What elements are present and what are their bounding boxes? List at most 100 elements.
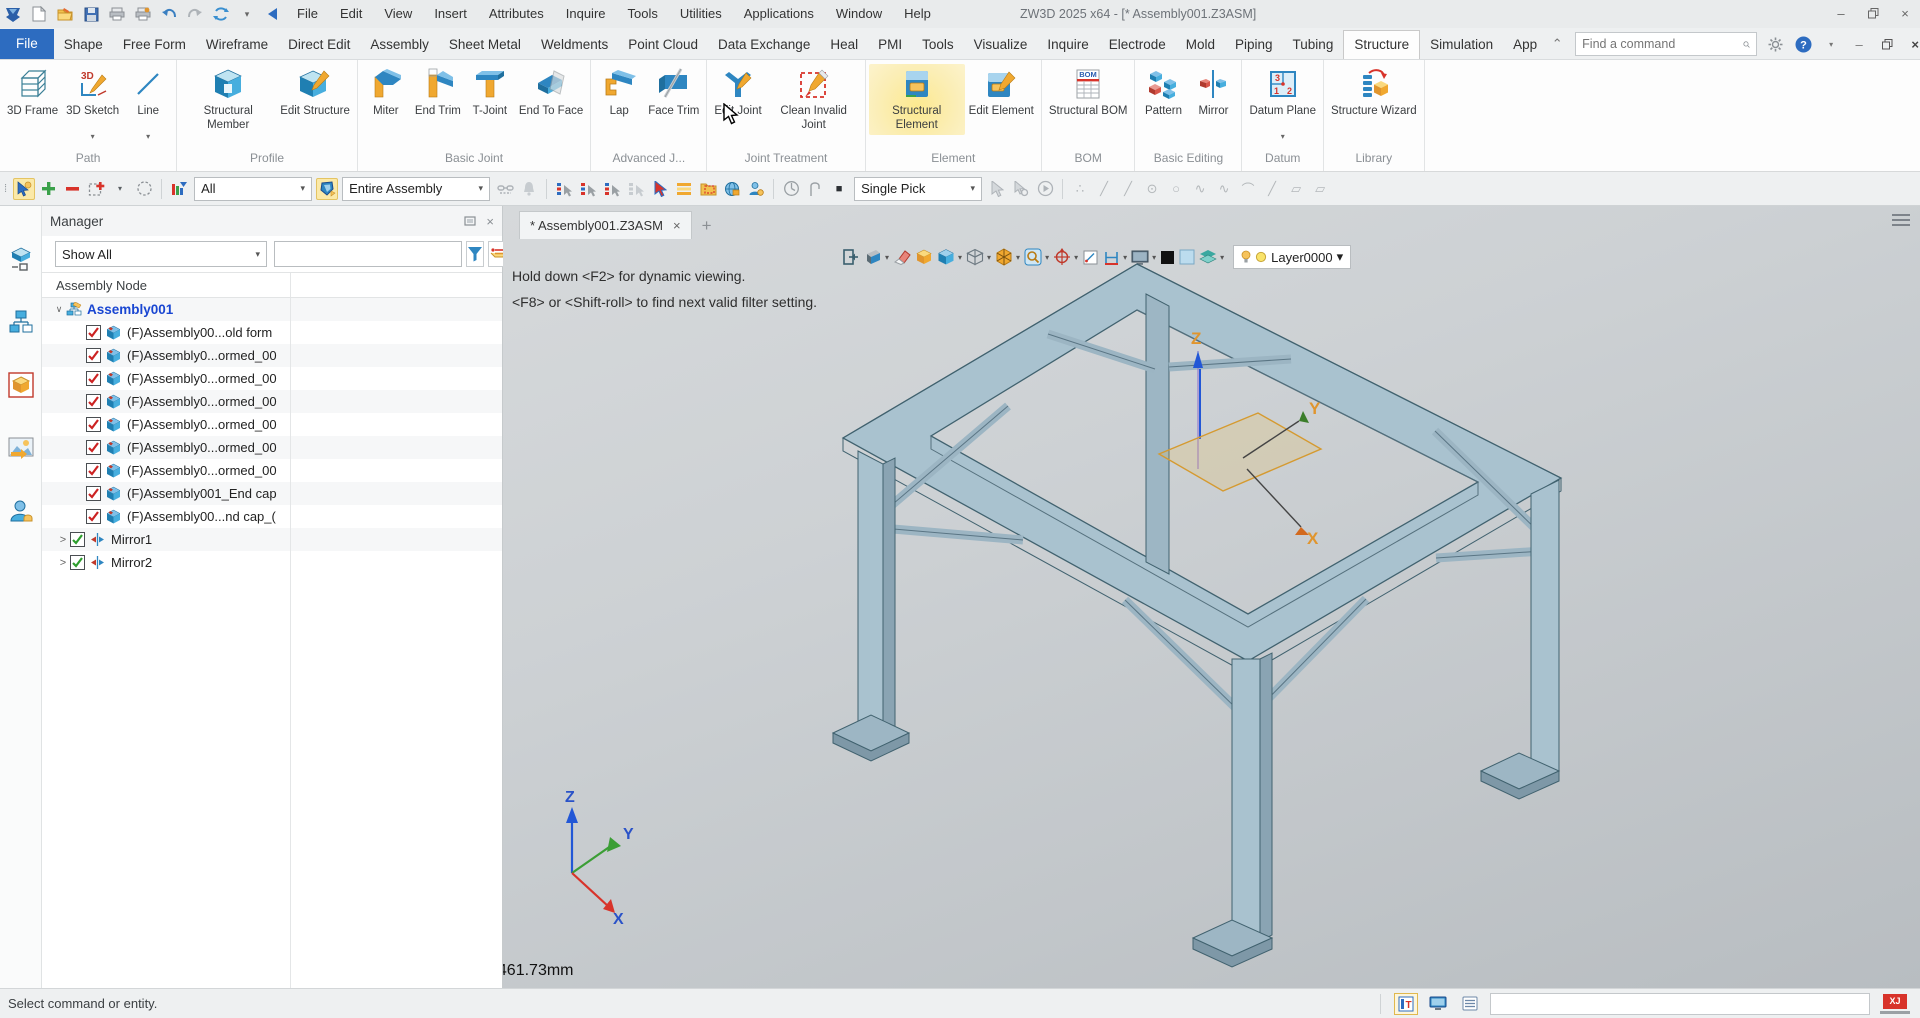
snap-circle-icon[interactable]: ○ <box>1165 178 1187 200</box>
manager-tab-visualize[interactable] <box>6 433 36 463</box>
tab-direct-edit[interactable]: Direct Edit <box>278 31 360 59</box>
document-toggle[interactable] <box>1458 993 1482 1015</box>
snap-arc-icon[interactable]: ⌒ <box>1237 178 1259 200</box>
open-file-icon[interactable] <box>53 3 77 25</box>
tab-tools[interactable]: Tools <box>912 31 964 59</box>
help-icon[interactable]: ? <box>1793 34 1813 54</box>
tree-node[interactable]: (F)Assembly0...ormed_00 <box>42 459 502 482</box>
settings-gear-icon[interactable] <box>1765 34 1785 54</box>
doc-close-button[interactable]: × <box>1905 34 1920 54</box>
lap-button[interactable]: Lap <box>594 64 644 135</box>
snap-face-icon[interactable]: ▱ <box>1285 178 1307 200</box>
text-tool-toggle[interactable]: T <box>1394 993 1418 1015</box>
tree-node-mirror[interactable]: > Mirror2 <box>42 551 502 574</box>
redo-icon[interactable] <box>183 3 207 25</box>
face-trim-button[interactable]: Face Trim <box>644 64 703 135</box>
tab-heal[interactable]: Heal <box>820 31 868 59</box>
node-checkbox[interactable] <box>86 348 101 363</box>
list-options-icon[interactable] <box>673 178 695 200</box>
structure-wizard-button[interactable]: Structure Wizard <box>1327 64 1421 135</box>
plot-icon[interactable] <box>131 3 155 25</box>
tab-tubing[interactable]: Tubing <box>1283 31 1344 59</box>
tree-node[interactable]: (F)Assembly00...nd cap_( <box>42 505 502 528</box>
cursor-settings-icon[interactable] <box>1010 178 1032 200</box>
frame-model[interactable]: Z Y X Z Y X <box>503 239 1920 988</box>
end-to-face-button[interactable]: End To Face <box>515 64 587 135</box>
status-input[interactable] <box>1490 993 1870 1015</box>
menu-applications[interactable]: Applications <box>733 0 825 28</box>
menu-help[interactable]: Help <box>893 0 942 28</box>
globe-icon[interactable] <box>721 178 743 200</box>
find-command-input[interactable] <box>1582 37 1743 51</box>
orientation-triad[interactable]: Z Y X <box>565 789 634 928</box>
toolbar-grip[interactable]: ⁞ <box>4 183 8 195</box>
snap-points-icon[interactable]: ∴ <box>1069 178 1091 200</box>
tab-structure[interactable]: Structure <box>1343 30 1420 59</box>
folder-filter-icon[interactable] <box>697 178 719 200</box>
filter-list-icon[interactable] <box>168 178 190 200</box>
tree-node[interactable]: (F)Assembly0...ormed_00 <box>42 390 502 413</box>
select-arrow-icon[interactable] <box>649 178 671 200</box>
snap-spline-icon[interactable]: ∿ <box>1189 178 1211 200</box>
datum-plane-button[interactable]: 312 Datum Plane ▾ <box>1245 64 1319 143</box>
tab-file[interactable]: File <box>0 29 54 59</box>
bell-icon[interactable] <box>518 178 540 200</box>
link-icon[interactable] <box>494 178 516 200</box>
restore-button[interactable] <box>1864 4 1882 22</box>
mirror-expander-icon[interactable]: > <box>56 534 70 546</box>
menu-attributes[interactable]: Attributes <box>478 0 555 28</box>
edit-structure-button[interactable]: Edit Structure <box>276 64 354 135</box>
menu-inquire[interactable]: Inquire <box>555 0 617 28</box>
3d-sketch-caret-icon[interactable]: ▾ <box>91 133 95 141</box>
menu-tools[interactable]: Tools <box>617 0 669 28</box>
tab-electrode[interactable]: Electrode <box>1099 31 1176 59</box>
user-settings-icon[interactable] <box>745 178 767 200</box>
tab-weldments[interactable]: Weldments <box>531 31 618 59</box>
node-checkbox[interactable] <box>70 532 85 547</box>
node-checkbox[interactable] <box>86 509 101 524</box>
tab-wireframe[interactable]: Wireframe <box>196 31 278 59</box>
mirror-expander-icon[interactable]: > <box>56 557 70 569</box>
snap-face2-icon[interactable]: ▱ <box>1309 178 1331 200</box>
node-checkbox[interactable] <box>86 325 101 340</box>
tab-shape[interactable]: Shape <box>54 31 113 59</box>
structural-bom-button[interactable]: BOM Structural BOM <box>1045 64 1132 135</box>
menu-window[interactable]: Window <box>825 0 893 28</box>
print-icon[interactable] <box>105 3 129 25</box>
ghost-cursor-icon[interactable] <box>986 178 1008 200</box>
scope-icon[interactable] <box>316 178 338 200</box>
undo-icon[interactable] <box>157 3 181 25</box>
manager-tab-user[interactable] <box>6 496 36 526</box>
line-caret-icon[interactable]: ▾ <box>146 133 150 141</box>
close-button[interactable]: × <box>1896 4 1914 22</box>
tab-data-exchange[interactable]: Data Exchange <box>708 31 820 59</box>
menu-insert[interactable]: Insert <box>423 0 478 28</box>
t-joint-button[interactable]: T-Joint <box>465 64 515 135</box>
entity-filter-combo[interactable]: All ▾ <box>194 177 312 201</box>
tree-node[interactable]: (F)Assembly00...old form <box>42 321 502 344</box>
tree-column-header[interactable]: Assembly Node <box>42 272 502 298</box>
compass-icon[interactable] <box>780 178 802 200</box>
add-selection-icon[interactable] <box>37 178 59 200</box>
monitor-toggle[interactable] <box>1426 993 1450 1015</box>
tab-sheet-metal[interactable]: Sheet Metal <box>439 31 531 59</box>
edit-joint-button[interactable]: Edit Joint <box>710 64 765 135</box>
tab-inquire[interactable]: Inquire <box>1037 31 1098 59</box>
pick-list-1-icon[interactable] <box>553 178 575 200</box>
tree-node[interactable]: (F)Assembly0...ormed_00 <box>42 367 502 390</box>
doc-restore-button[interactable] <box>1877 34 1897 54</box>
tab-piping[interactable]: Piping <box>1225 31 1283 59</box>
pick-list-4-icon[interactable] <box>625 178 647 200</box>
curve-hook-icon[interactable] <box>804 178 826 200</box>
manager-close-button[interactable]: × <box>486 214 494 229</box>
end-trim-button[interactable]: End Trim <box>411 64 465 135</box>
menu-file[interactable]: File <box>286 0 329 28</box>
pattern-button[interactable]: Pattern <box>1138 64 1188 135</box>
structural-element-button[interactable]: Structural Element <box>869 64 965 135</box>
manager-dock-button[interactable] <box>464 214 476 229</box>
tree-filter-button[interactable] <box>466 241 484 267</box>
node-checkbox[interactable] <box>86 394 101 409</box>
clean-invalid-joint-button[interactable]: Clean Invalid Joint <box>766 64 862 135</box>
tab-point-cloud[interactable]: Point Cloud <box>618 31 708 59</box>
tree-node[interactable]: (F)Assembly001_End cap <box>42 482 502 505</box>
